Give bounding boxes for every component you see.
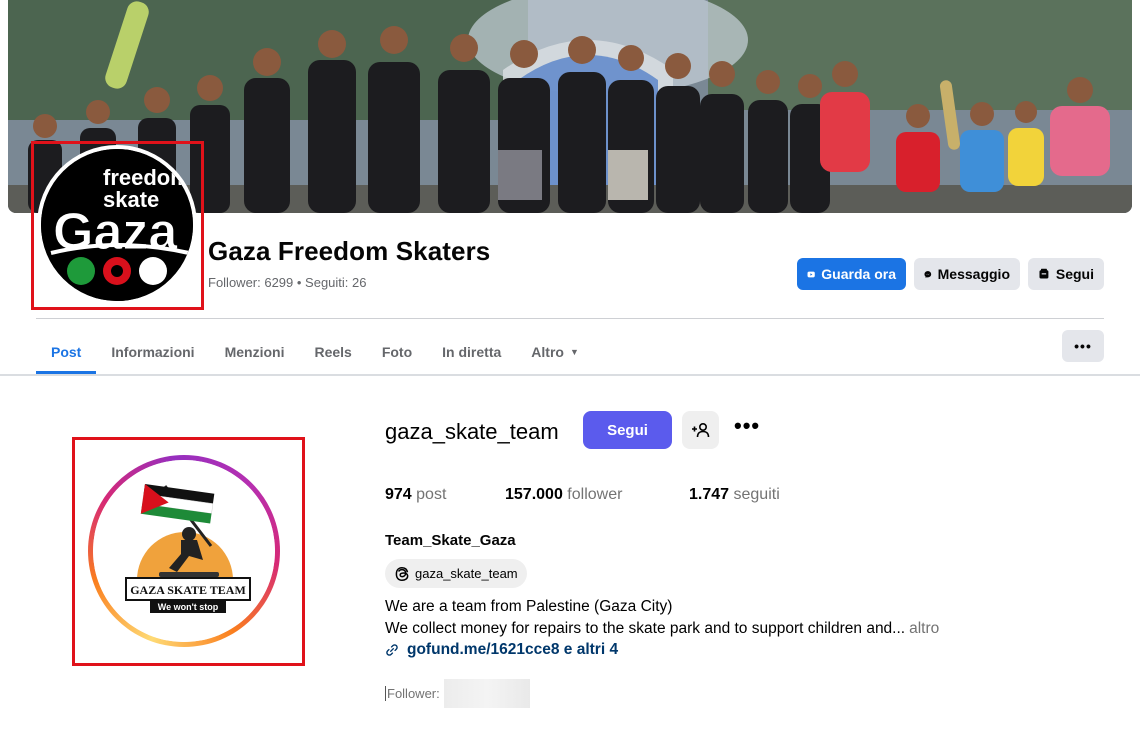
instagram-profile-picture[interactable]: GAZA SKATE TEAM We won't stop: [88, 455, 280, 647]
bio-line: We collect money for repairs to the skat…: [385, 620, 939, 638]
watch-now-label: Guarda ora: [821, 266, 896, 282]
followed-by-row: Follower:: [385, 679, 530, 708]
follow-button[interactable]: Segui: [1028, 258, 1104, 290]
threads-badge[interactable]: gaza_skate_team: [385, 559, 527, 588]
followers-count[interactable]: 157.000 follower: [505, 486, 622, 504]
link-icon: [386, 644, 398, 656]
gaza-freedom-skate-logo: freedom skate Gaza: [41, 149, 193, 301]
posts-count: 974 post: [385, 486, 446, 504]
page-title: Gaza Freedom Skaters: [208, 236, 491, 266]
badge-subtitle-text: We won't stop: [158, 602, 219, 612]
instagram-username: gaza_skate_team: [385, 419, 559, 444]
following-count-value: 1.747: [689, 486, 730, 503]
header-divider: [36, 318, 1104, 319]
section-separator: [0, 374, 1140, 376]
tab-foto[interactable]: Foto: [367, 330, 427, 374]
logo-graphic: freedom skate Gaza: [41, 149, 193, 301]
followers-count-label: follower: [567, 486, 623, 503]
page-follower-stats: Follower: 6299 • Seguiti: 26: [208, 275, 367, 290]
tab-reels[interactable]: Reels: [299, 330, 366, 374]
page-profile-picture[interactable]: freedom skate Gaza: [37, 145, 197, 305]
page-tabs: Post Informazioni Menzioni Reels Foto In…: [36, 330, 594, 374]
followed-by-label: Follower:: [385, 686, 440, 701]
badge-title-text: GAZA SKATE TEAM: [130, 583, 246, 597]
add-person-icon: [691, 422, 709, 438]
facebook-page-header: freedom skate Gaza Gaza Freedom Skaters …: [0, 0, 1140, 374]
external-link-text: gofund.me/1621cce8 e altri 4: [407, 641, 619, 658]
posts-count-value: 974: [385, 486, 412, 503]
watch-now-button[interactable]: Guarda ora: [797, 258, 906, 290]
tab-menzioni[interactable]: Menzioni: [210, 330, 300, 374]
threads-icon: [395, 566, 409, 581]
bio-line: We are a team from Palestine (Gaza City): [385, 598, 673, 615]
followers-count-value: 157.000: [505, 486, 563, 503]
profile-full-name: Team_Skate_Gaza: [385, 532, 516, 549]
messenger-icon: [924, 270, 932, 278]
threads-handle: gaza_skate_team: [415, 566, 518, 581]
follow-label: Segui: [1055, 266, 1094, 282]
team-logo-graphic: GAZA SKATE TEAM We won't stop: [93, 460, 275, 642]
tab-informazioni[interactable]: Informazioni: [96, 330, 209, 374]
tab-in-diretta[interactable]: In diretta: [427, 330, 516, 374]
gaza-skate-team-logo: GAZA SKATE TEAM We won't stop: [93, 460, 275, 642]
logo-text-gaza: Gaza: [53, 203, 178, 261]
more-options-button[interactable]: •••: [1062, 330, 1104, 362]
follow-icon: [1039, 268, 1049, 279]
instagram-follow-button[interactable]: Segui: [583, 411, 672, 449]
profile-external-link[interactable]: gofund.me/1621cce8 e altri 4: [385, 641, 618, 659]
profile-options-icon[interactable]: •••: [734, 415, 762, 442]
posts-count-label: post: [416, 486, 447, 503]
message-label: Messaggio: [937, 266, 1010, 282]
bio-line-text: We collect money for repairs to the skat…: [385, 620, 906, 637]
suggest-similar-button[interactable]: [682, 411, 719, 449]
tab-altro-label: Altro: [531, 344, 564, 360]
caret-down-icon: ▼: [569, 347, 579, 357]
redacted-followers-area: [443, 679, 530, 708]
following-count-label: seguiti: [733, 486, 780, 503]
tab-post[interactable]: Post: [36, 330, 97, 374]
video-play-icon: [807, 271, 815, 277]
message-button[interactable]: Messaggio: [914, 258, 1020, 290]
following-count[interactable]: 1.747 seguiti: [689, 486, 780, 504]
tab-altro[interactable]: Altro ▼: [516, 330, 594, 374]
bio-more-link[interactable]: altro: [909, 620, 939, 637]
